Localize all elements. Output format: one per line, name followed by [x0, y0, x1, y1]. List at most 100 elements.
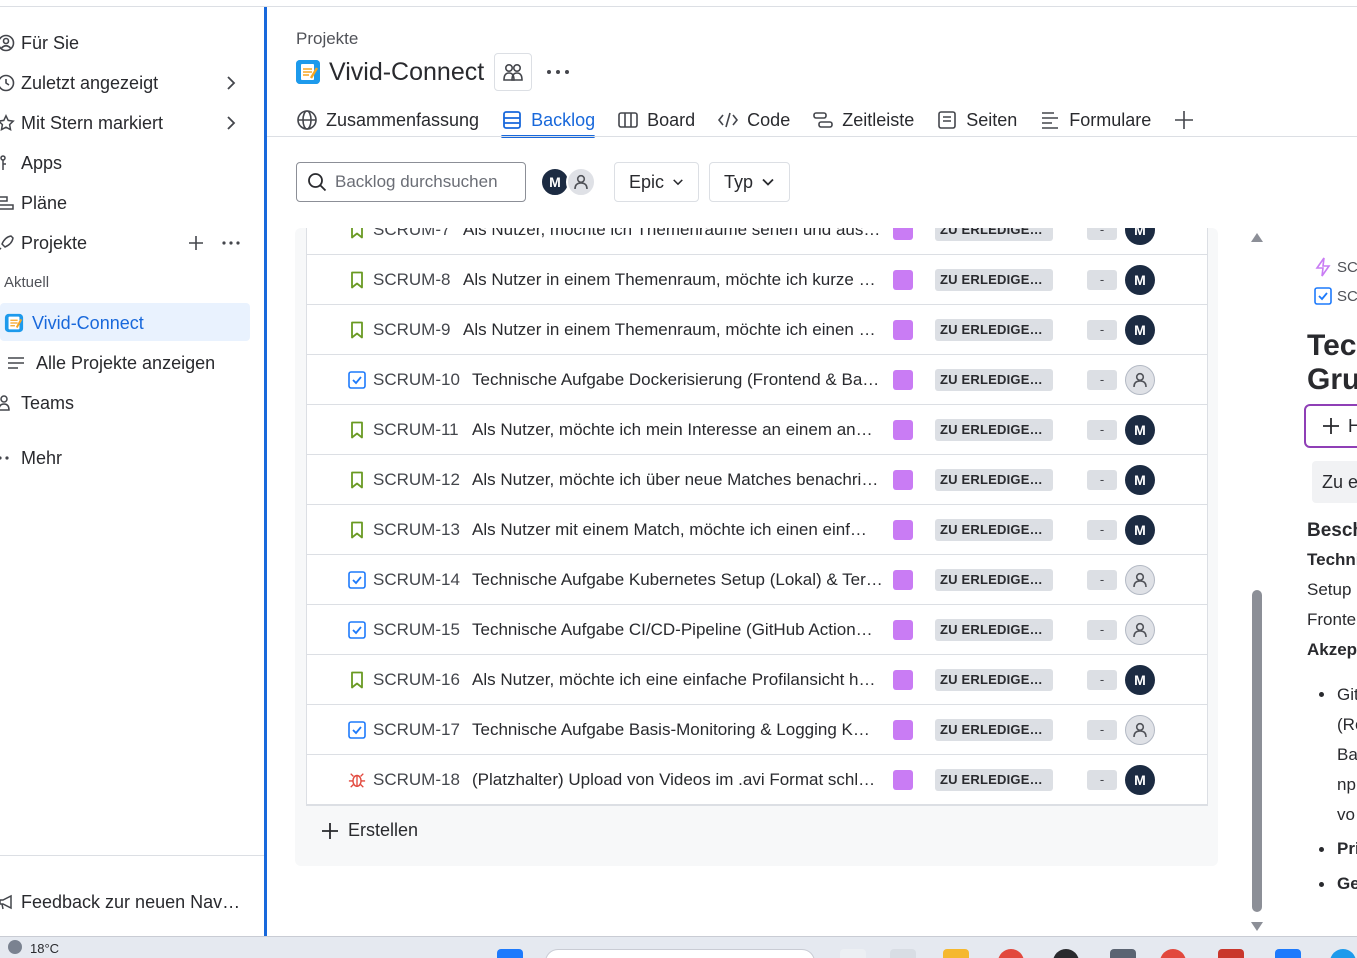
assignee[interactable]: M	[1125, 314, 1155, 345]
backlog-row[interactable]: SCRUM-10 Technische Aufgabe Dockerisierun…	[307, 355, 1207, 405]
search-input[interactable]	[335, 172, 515, 192]
chrome-icon[interactable]	[1160, 949, 1186, 958]
issue-key[interactable]: SCRUM-14	[373, 570, 460, 590]
tab-forms[interactable]: Formulare	[1039, 103, 1151, 137]
tab-summary[interactable]: Zusammenfassung	[296, 103, 479, 137]
issue-key[interactable]: SCRUM-7	[373, 228, 450, 240]
backlog-search[interactable]	[296, 162, 526, 202]
scroll-up-arrow[interactable]	[1251, 233, 1263, 242]
issue-summary[interactable]: Als Nutzer, möchte ich mein Interesse an…	[472, 420, 892, 440]
weather-icon[interactable]	[8, 940, 22, 954]
epic-color-badge[interactable]	[893, 228, 913, 240]
epic-color-badge[interactable]	[893, 619, 913, 640]
sidebar-item-plans[interactable]: Pläne	[0, 185, 67, 221]
status-badge[interactable]: ZU ERLEDIGE…	[935, 718, 1053, 741]
start-icon[interactable]	[497, 949, 523, 958]
sidebar-item-projects[interactable]: Projekte	[0, 225, 87, 261]
epic-color-badge[interactable]	[893, 769, 913, 790]
issue-key[interactable]: SCRUM-11	[373, 420, 459, 440]
issue-summary[interactable]: Als Nutzer in einem Themenraum, möchte i…	[463, 320, 883, 340]
assignee-avatar[interactable]: M	[1125, 464, 1155, 495]
sidebar-item-recent[interactable]: Zuletzt angezeigt	[0, 65, 158, 101]
app-icon[interactable]	[1110, 949, 1136, 958]
tab-backlog[interactable]: Backlog	[501, 103, 596, 138]
assignee-avatar[interactable]: M	[1125, 414, 1155, 445]
assignee-avatar[interactable]: M	[1125, 264, 1155, 295]
assignee[interactable]: M	[1125, 464, 1155, 495]
task-view-icon[interactable]	[840, 949, 866, 958]
file-explorer-icon[interactable]	[943, 949, 969, 958]
add-project-icon[interactable]	[187, 234, 205, 252]
issue-summary[interactable]: Als Nutzer in einem Themenraum, möchte i…	[463, 270, 883, 290]
status-badge[interactable]: ZU ERLEDIGE…	[935, 618, 1053, 641]
scroll-down-arrow[interactable]	[1251, 922, 1263, 931]
sidebar-item-vivid-connect[interactable]: Vivid-Connect	[4, 305, 144, 341]
estimate-badge[interactable]: -	[1087, 269, 1117, 290]
assignee-avatar[interactable]: M	[1125, 228, 1155, 245]
edge-icon[interactable]	[1330, 949, 1356, 958]
team-button[interactable]	[494, 53, 533, 91]
issue-summary[interactable]: (Platzhalter) Upload von Videos im .avi …	[472, 770, 892, 790]
estimate-badge[interactable]: -	[1087, 228, 1117, 240]
type-filter-button[interactable]: Typ	[709, 162, 790, 202]
issue-key[interactable]: SCRUM-17	[373, 720, 460, 740]
backlog-row[interactable]: SCRUM-15 Technische Aufgabe CI/CD-Pipelin…	[307, 605, 1207, 655]
assignee[interactable]: M	[1125, 664, 1155, 695]
backlog-row[interactable]: SCRUM-11 Als Nutzer, möchte ich mein Inte…	[307, 405, 1207, 455]
issue-key[interactable]: SCRUM-9	[373, 320, 450, 340]
assignee-avatar[interactable]: M	[1125, 314, 1155, 345]
backlog-row[interactable]: SCRUM-12 Als Nutzer, möchte ich über neue…	[307, 455, 1207, 505]
backlog-row[interactable]: SCRUM-9 Als Nutzer in einem Themenraum, m…	[307, 305, 1207, 355]
chevron-right-icon[interactable]	[222, 114, 240, 132]
estimate-badge[interactable]: -	[1087, 369, 1117, 390]
issue-summary[interactable]: Technische Aufgabe Kubernetes Setup (Lok…	[472, 570, 892, 590]
assignee[interactable]	[1125, 614, 1155, 645]
status-badge[interactable]: ZU ERLEDIGE…	[935, 318, 1053, 341]
detail-title[interactable]: Tech Gru	[1307, 329, 1357, 397]
epic-color-badge[interactable]	[893, 469, 913, 490]
backlog-row[interactable]: SCRUM-17 Technische Aufgabe Basis-Monitor…	[307, 705, 1207, 755]
backlog-row[interactable]: SCRUM-13 Als Nutzer mit einem Match, möch…	[307, 505, 1207, 555]
status-badge[interactable]: ZU ERLEDIGE…	[935, 668, 1053, 691]
assignee-avatar[interactable]: M	[1125, 764, 1155, 795]
weather-temperature[interactable]: 18°C	[30, 941, 59, 956]
more-icon[interactable]	[221, 234, 241, 252]
assignee[interactable]: M	[1125, 414, 1155, 445]
taskbar-search-icon[interactable]	[545, 949, 815, 958]
estimate-badge[interactable]: -	[1087, 769, 1117, 790]
status-badge[interactable]: ZU ERLEDIGE…	[935, 468, 1053, 491]
estimate-badge[interactable]: -	[1087, 469, 1117, 490]
issue-summary[interactable]: Als Nutzer, möchte ich Themenräume sehen…	[463, 228, 883, 240]
sidebar-item-more[interactable]: Mehr	[0, 440, 62, 476]
sidebar-item-apps[interactable]: Apps	[0, 145, 62, 181]
sidebar-item-for-you[interactable]: Für Sie	[0, 25, 79, 61]
backlog-row[interactable]: SCRUM-7 Als Nutzer, möchte ich Themenräum…	[307, 228, 1207, 255]
assignee[interactable]	[1125, 364, 1155, 395]
sidebar-item-teams[interactable]: Teams	[0, 385, 74, 421]
issue-summary[interactable]: Technische Aufgabe Basis-Monitoring & Lo…	[472, 720, 892, 740]
issue-key[interactable]: SCRUM-10	[373, 370, 460, 390]
estimate-badge[interactable]: -	[1087, 569, 1117, 590]
issue-summary[interactable]: Als Nutzer mit einem Match, möchte ich e…	[472, 520, 892, 540]
sidebar-item-all-projects[interactable]: Alle Projekte anzeigen	[8, 345, 215, 381]
assignee-avatar[interactable]: M	[1125, 664, 1155, 695]
estimate-badge[interactable]: -	[1087, 419, 1117, 440]
detail-issue-breadcrumb[interactable]: SCI	[1314, 287, 1357, 305]
issue-summary[interactable]: Technische Aufgabe CI/CD-Pipeline (GitHu…	[472, 620, 892, 640]
assignee-filter[interactable]: M	[540, 167, 596, 197]
unassigned-avatar[interactable]	[1125, 364, 1155, 395]
epic-color-badge[interactable]	[893, 269, 913, 290]
estimate-badge[interactable]: -	[1087, 619, 1117, 640]
detail-status-button[interactable]: Zu e	[1312, 461, 1357, 503]
issue-summary[interactable]: Als Nutzer, möchte ich über neue Matches…	[472, 470, 892, 490]
status-badge[interactable]: ZU ERLEDIGE…	[935, 568, 1053, 591]
issue-key[interactable]: SCRUM-15	[373, 620, 460, 640]
add-tab-button[interactable]	[1173, 103, 1203, 137]
status-badge[interactable]: ZU ERLEDIGE…	[935, 228, 1053, 241]
epic-color-badge[interactable]	[893, 519, 913, 540]
issue-key[interactable]: SCRUM-16	[373, 670, 460, 690]
browser-icon[interactable]	[998, 949, 1024, 958]
scrollbar-thumb[interactable]	[1252, 590, 1262, 912]
breadcrumb[interactable]: Projekte	[296, 29, 358, 49]
issue-key[interactable]: SCRUM-12	[373, 470, 460, 490]
